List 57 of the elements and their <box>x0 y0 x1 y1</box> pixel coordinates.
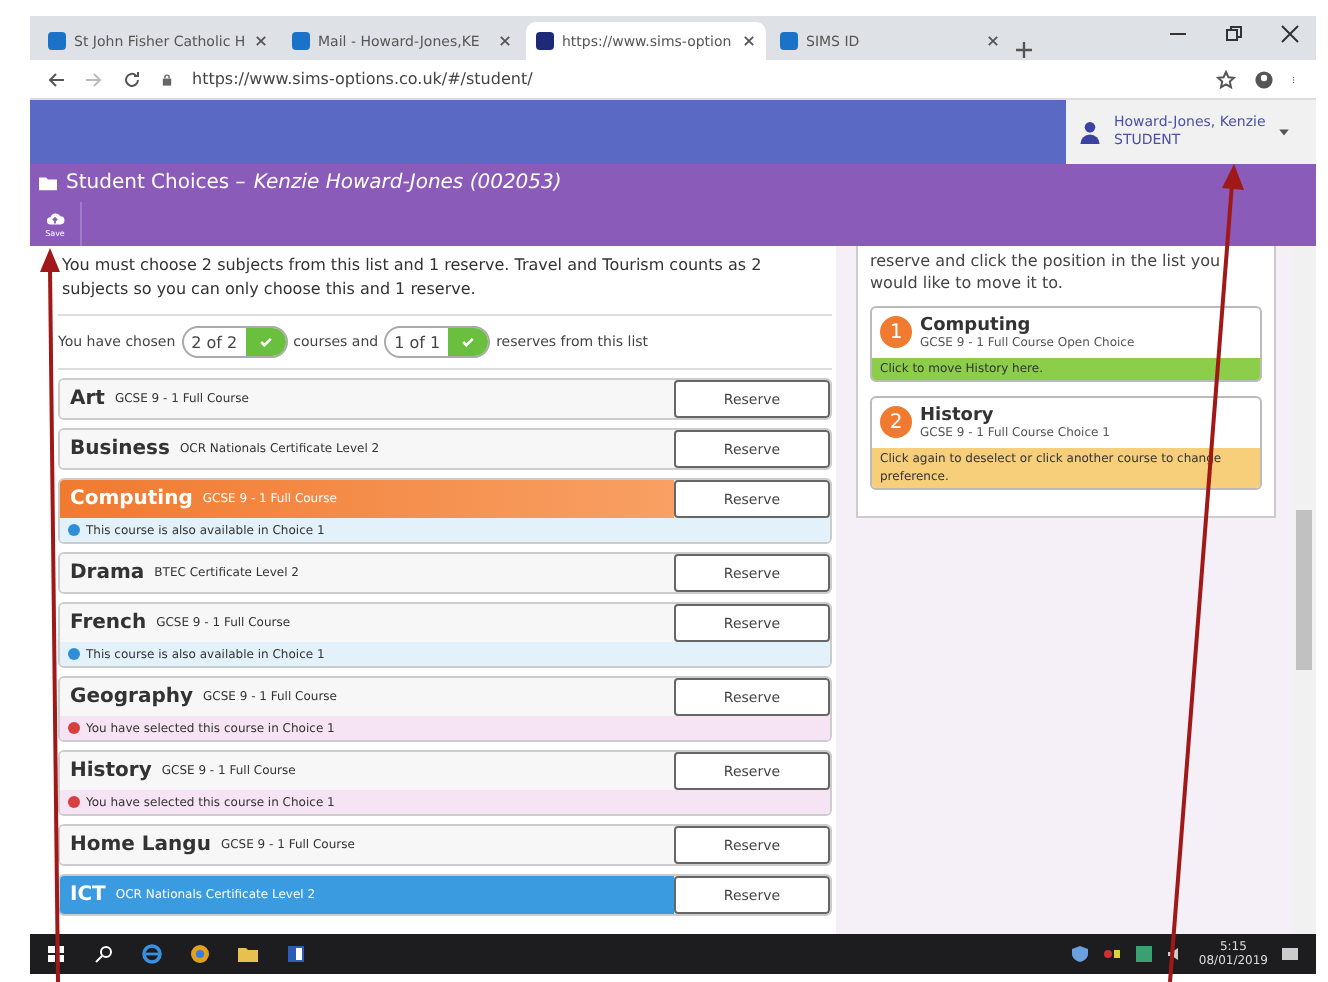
notification-icon[interactable] <box>1280 944 1300 964</box>
close-icon[interactable] <box>1280 24 1300 44</box>
page-title: Student Choices – <box>66 172 246 194</box>
scrollbar[interactable] <box>1292 246 1316 934</box>
course-name: Business <box>70 438 170 460</box>
course-name: History <box>70 760 152 782</box>
close-icon[interactable] <box>498 34 512 48</box>
check-icon <box>257 334 274 350</box>
preference-name: Computing <box>920 316 1033 336</box>
browser-icon[interactable] <box>142 944 162 964</box>
search-icon[interactable] <box>94 944 114 964</box>
site-icon <box>292 32 310 50</box>
site-icon <box>780 32 798 50</box>
preference-name: History <box>920 406 996 426</box>
windows-icon[interactable] <box>46 944 66 964</box>
preference-number: 2 <box>880 406 912 438</box>
site-icon <box>48 32 66 50</box>
courses-counter: 2 of 2 <box>181 326 288 358</box>
address-field[interactable]: https://www.sims-options.co.uk/#/student/ <box>192 70 1198 88</box>
student-name: Kenzie Howard-Jones (002053) <box>253 172 562 194</box>
course-name: Home Langu <box>70 834 211 856</box>
reload-icon[interactable] <box>122 69 142 89</box>
course-name: French <box>70 612 147 634</box>
alert-icon <box>68 722 80 734</box>
lock-icon <box>160 71 174 87</box>
star-icon[interactable] <box>1216 69 1236 89</box>
cloud-upload-icon <box>44 210 66 228</box>
close-icon[interactable] <box>986 34 1000 48</box>
folder-icon <box>38 174 58 192</box>
preference-number: 1 <box>880 316 912 348</box>
info-icon <box>68 524 80 536</box>
check-icon <box>460 334 477 350</box>
plus-icon[interactable] <box>1014 40 1034 60</box>
browser-icon[interactable] <box>190 944 210 964</box>
course-name: ICT <box>70 884 106 906</box>
course-name: Geography <box>70 686 193 708</box>
site-icon <box>536 32 554 50</box>
account-icon[interactable] <box>1254 69 1274 89</box>
document-icon[interactable] <box>286 944 306 964</box>
info-icon <box>68 648 80 660</box>
folder-icon[interactable] <box>238 944 258 964</box>
alert-icon <box>68 796 80 808</box>
back-icon[interactable] <box>46 69 66 89</box>
caret-icon <box>1277 126 1290 138</box>
close-icon[interactable] <box>742 34 756 48</box>
close-icon[interactable] <box>254 34 268 48</box>
restore-icon[interactable] <box>1224 24 1244 44</box>
user-icon <box>1078 120 1102 144</box>
course-name: Art <box>70 388 105 410</box>
tray-icon <box>1102 944 1123 964</box>
instructions-text: You must choose 2 subjects from this list and 1 reserve. Travel and Tourism counts as 2 subjects so you can only choose this and 1 reserve. <box>58 246 832 316</box>
monitor-icon <box>1134 944 1155 964</box>
reserves-counter: 1 of 1 <box>384 326 491 358</box>
shield-icon <box>1070 944 1091 964</box>
help-text: reserve and click the position in the list you would like to move it to. <box>870 250 1223 294</box>
course-name: Drama <box>70 562 145 584</box>
course-name: Computing <box>70 488 193 510</box>
